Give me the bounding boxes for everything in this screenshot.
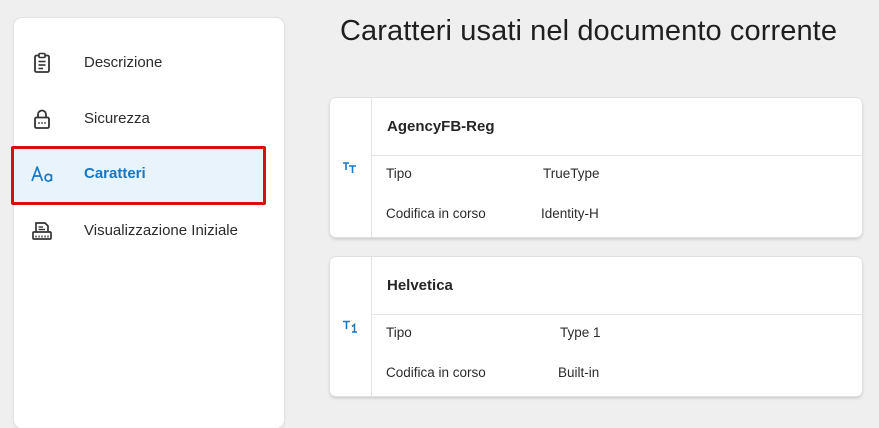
truetype-font-icon xyxy=(343,162,356,173)
card-divider xyxy=(371,314,862,315)
font-encoding-row: Codifica in corso Identity-H xyxy=(386,206,862,226)
font-type-value: Type 1 xyxy=(560,325,601,340)
font-card-helvetica: Helvetica Tipo Type 1 Codifica in corso … xyxy=(330,257,862,396)
font-type-label: Tipo xyxy=(386,325,412,340)
sidebar-item-label: Visualizzazione Iniziale xyxy=(84,222,238,239)
type1-font-icon xyxy=(343,320,357,333)
font-aa-icon xyxy=(31,166,53,182)
clipboard-icon xyxy=(34,52,50,73)
sidebar-item-label: Sicurezza xyxy=(84,110,150,127)
font-encoding-value: Identity-H xyxy=(541,206,599,221)
font-card-agencyfb: AgencyFB-Reg Tipo TrueType Codifica in c… xyxy=(330,98,862,237)
card-icon-column xyxy=(330,98,372,237)
font-name: AgencyFB-Reg xyxy=(387,118,495,135)
font-encoding-label: Codifica in corso xyxy=(386,206,486,221)
font-name: Helvetica xyxy=(387,277,453,294)
sidebar-item-visualizzazione-iniziale[interactable]: Visualizzazione Iniziale xyxy=(14,203,284,259)
card-divider xyxy=(371,155,862,156)
sidebar-item-label: Descrizione xyxy=(84,54,163,71)
sidebar-item-sicurezza[interactable]: Sicurezza xyxy=(14,91,284,147)
font-encoding-value: Built-in xyxy=(558,365,600,380)
font-type-row: Tipo Type 1 xyxy=(386,325,862,345)
sidebar-item-caratteri[interactable]: Caratteri xyxy=(11,146,266,205)
font-encoding-row: Codifica in corso Built-in xyxy=(386,365,862,385)
initial-view-icon xyxy=(32,222,52,240)
page-title: Caratteri usati nel documento corrente xyxy=(340,15,838,47)
font-type-label: Tipo xyxy=(386,166,412,181)
font-type-row: Tipo TrueType xyxy=(386,166,862,186)
lock-icon xyxy=(34,109,50,129)
font-encoding-label: Codifica in corso xyxy=(386,365,486,380)
sidebar: Descrizione Sicurezza Caratteri Visualiz… xyxy=(11,18,284,428)
sidebar-item-descrizione[interactable]: Descrizione xyxy=(14,35,284,91)
card-icon-column xyxy=(330,257,372,396)
sidebar-item-label: Caratteri xyxy=(84,165,146,182)
font-type-value: TrueType xyxy=(543,166,600,181)
